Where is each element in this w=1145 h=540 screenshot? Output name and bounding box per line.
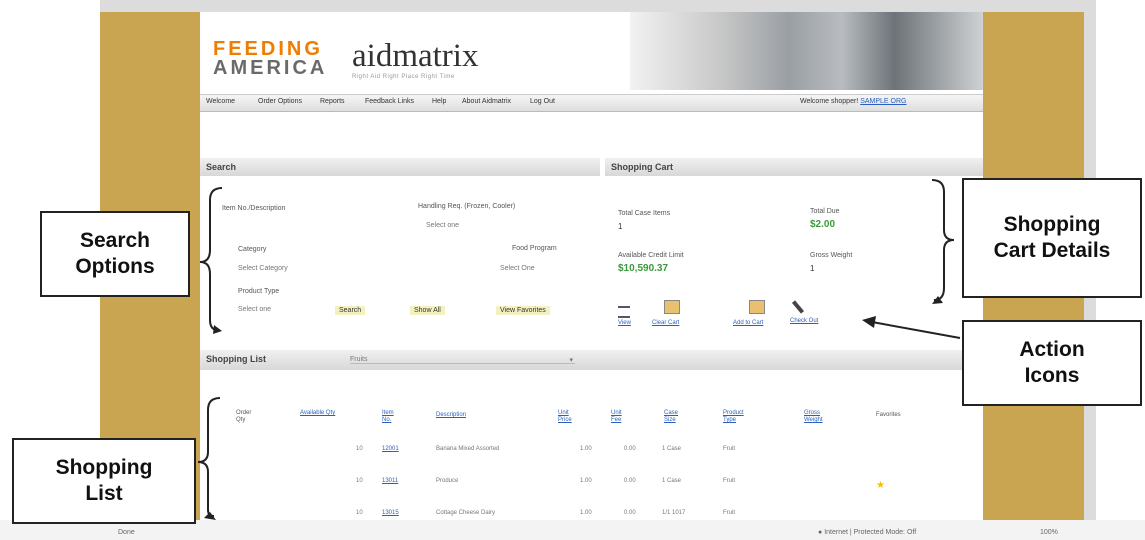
action-icons-arrowhead bbox=[862, 316, 876, 328]
search-options-bracket bbox=[199, 187, 223, 331]
cart-details-callout: Shopping Cart Details bbox=[962, 178, 1142, 298]
action-icons-arrow bbox=[871, 321, 961, 339]
search-options-arrowhead bbox=[213, 325, 222, 334]
shopping-list-arrowhead bbox=[204, 512, 216, 520]
search-options-callout: Search Options bbox=[40, 211, 190, 297]
cart-details-bracket bbox=[931, 179, 955, 301]
shopping-list-bracket bbox=[197, 397, 221, 517]
shopping-list-callout: Shopping List bbox=[12, 438, 196, 524]
action-icons-callout: Action Icons bbox=[962, 320, 1142, 406]
